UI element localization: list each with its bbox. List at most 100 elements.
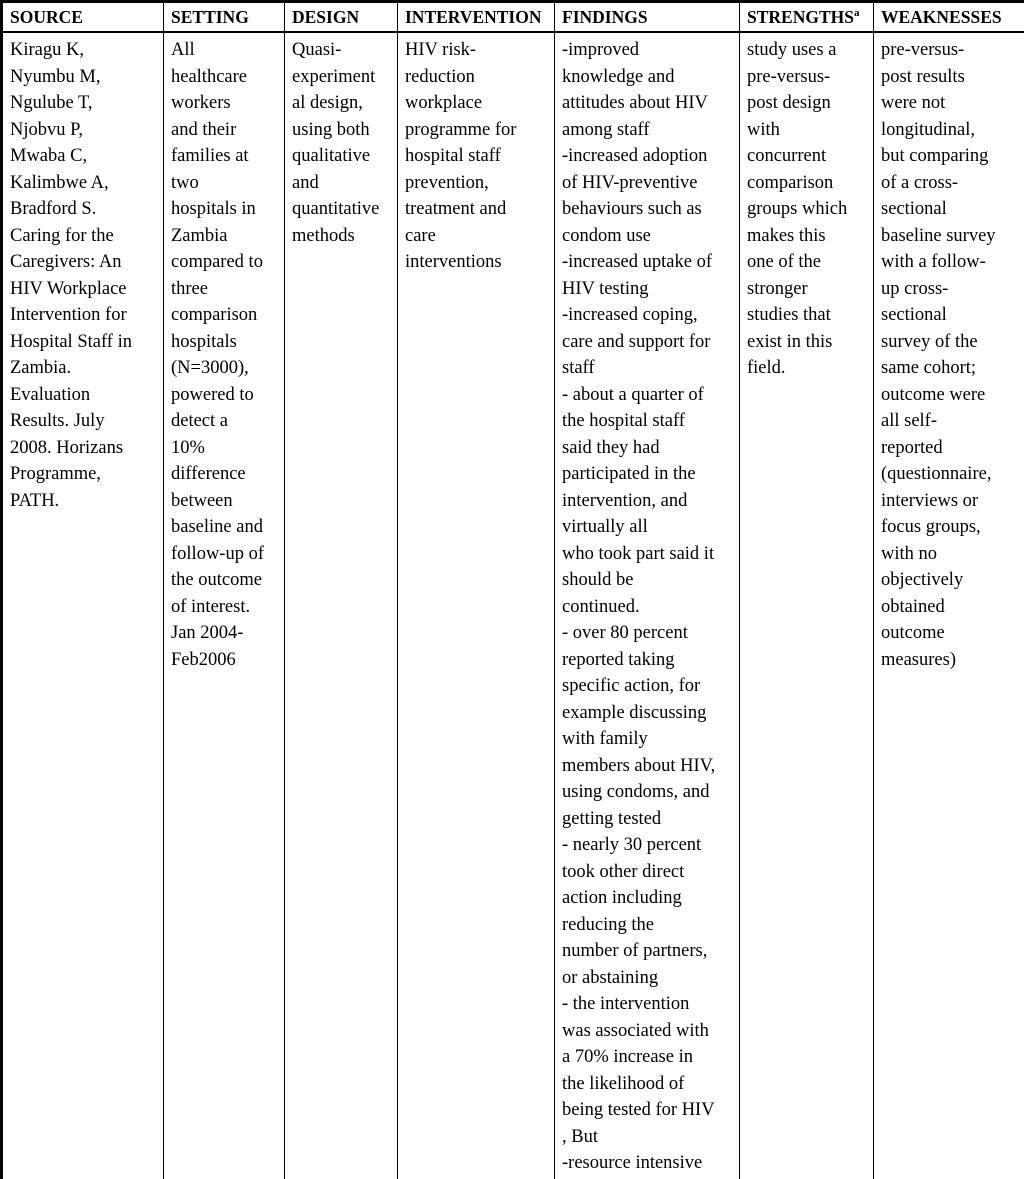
- text-line: behaviours such as: [562, 196, 734, 223]
- text-line: studies that: [747, 302, 868, 329]
- text-line: being tested for HIV: [562, 1097, 734, 1124]
- column-header-source-label: SOURCE: [10, 7, 83, 27]
- text-line: 2008. Horizans: [10, 435, 158, 462]
- text-line: Hospital Staff in: [10, 329, 158, 356]
- cell-weaknesses: pre-versus-post resultswere notlongitudi…: [874, 32, 1024, 1179]
- text-line: study uses a: [747, 37, 868, 64]
- text-line: Caring for the: [10, 223, 158, 250]
- text-line: intervention, and: [562, 488, 734, 515]
- text-line: took other direct: [562, 859, 734, 886]
- text-line: methods: [292, 223, 392, 250]
- text-line: baseline survey: [881, 223, 1019, 250]
- text-line: sectional: [881, 196, 1019, 223]
- text-line: of HIV-preventive: [562, 170, 734, 197]
- cell-findings-text: -improvedknowledge andattitudes about HI…: [562, 37, 734, 1177]
- text-line: of a cross-: [881, 170, 1019, 197]
- table-row: Kiragu K,Nyumbu M,Ngulube T,Njobvu P,Mwa…: [2, 32, 1024, 1179]
- footnote-marker: a: [854, 7, 860, 19]
- text-line: hospital staff: [405, 143, 549, 170]
- text-line: care and support for: [562, 329, 734, 356]
- cell-intervention-text: HIV risk-reductionworkplaceprogramme for…: [405, 37, 549, 276]
- text-line: Zambia.: [10, 355, 158, 382]
- table-header: SOURCE SETTING DESIGN INTERVENTION FINDI…: [2, 2, 1024, 33]
- text-line: the likelihood of: [562, 1071, 734, 1098]
- text-line: Kiragu K,: [10, 37, 158, 64]
- text-line: exist in this: [747, 329, 868, 356]
- column-header-design-label: DESIGN: [292, 7, 359, 27]
- cell-setting: Allhealthcareworkersand theirfamilies at…: [164, 32, 285, 1179]
- text-line: comparison: [171, 302, 279, 329]
- column-header-setting-label: SETTING: [171, 7, 249, 27]
- text-line: attitudes about HIV: [562, 90, 734, 117]
- text-line: HIV Workplace: [10, 276, 158, 303]
- text-line: Feb2006: [171, 647, 279, 674]
- text-line: reduction: [405, 64, 549, 91]
- text-line: three: [171, 276, 279, 303]
- text-line: virtually all: [562, 514, 734, 541]
- text-line: programme for: [405, 117, 549, 144]
- text-line: survey of the: [881, 329, 1019, 356]
- text-line: Mwaba C,: [10, 143, 158, 170]
- text-line: obtained: [881, 594, 1019, 621]
- text-line: - the intervention: [562, 991, 734, 1018]
- text-line: makes this: [747, 223, 868, 250]
- text-line: using condoms, and: [562, 779, 734, 806]
- cell-intervention: HIV risk-reductionworkplaceprogramme for…: [398, 32, 555, 1179]
- text-line: post results: [881, 64, 1019, 91]
- text-line: workers: [171, 90, 279, 117]
- text-line: knowledge and: [562, 64, 734, 91]
- text-line: Zambia: [171, 223, 279, 250]
- text-line: difference: [171, 461, 279, 488]
- text-line: Nyumbu M,: [10, 64, 158, 91]
- column-header-strengths: STRENGTHSa: [740, 2, 874, 33]
- text-line: families at: [171, 143, 279, 170]
- column-header-intervention: INTERVENTION: [398, 2, 555, 33]
- text-line: example discussing: [562, 700, 734, 727]
- cell-weaknesses-text: pre-versus-post resultswere notlongitudi…: [881, 37, 1019, 673]
- text-line: Evaluation: [10, 382, 158, 409]
- text-line: Quasi-: [292, 37, 392, 64]
- cell-findings: -improvedknowledge andattitudes about HI…: [555, 32, 740, 1179]
- text-line: the hospital staff: [562, 408, 734, 435]
- text-line: healthcare: [171, 64, 279, 91]
- cell-source: Kiragu K,Nyumbu M,Ngulube T,Njobvu P,Mwa…: [2, 32, 164, 1179]
- text-line: -improved: [562, 37, 734, 64]
- column-header-findings-label: FINDINGS: [562, 7, 648, 27]
- text-line: staff: [562, 355, 734, 382]
- text-line: all self-: [881, 408, 1019, 435]
- text-line: or abstaining: [562, 965, 734, 992]
- text-line: detect a: [171, 408, 279, 435]
- column-header-findings: FINDINGS: [555, 2, 740, 33]
- text-line: Caregivers: An: [10, 249, 158, 276]
- text-line: Jan 2004-: [171, 620, 279, 647]
- text-line: among staff: [562, 117, 734, 144]
- text-line: using both: [292, 117, 392, 144]
- cell-strengths: study uses apre-versus-post designwithco…: [740, 32, 874, 1179]
- text-line: qualitative: [292, 143, 392, 170]
- text-line: treatment and: [405, 196, 549, 223]
- table-body: Kiragu K,Nyumbu M,Ngulube T,Njobvu P,Mwa…: [2, 32, 1024, 1179]
- text-line: focus groups,: [881, 514, 1019, 541]
- text-line: with: [747, 117, 868, 144]
- text-line: 10%: [171, 435, 279, 462]
- text-line: was associated with: [562, 1018, 734, 1045]
- text-line: measures): [881, 647, 1019, 674]
- text-line: Results. July: [10, 408, 158, 435]
- text-line: number of partners,: [562, 938, 734, 965]
- text-line: action including: [562, 885, 734, 912]
- text-line: interventions: [405, 249, 549, 276]
- cell-source-text: Kiragu K,Nyumbu M,Ngulube T,Njobvu P,Mwa…: [10, 37, 158, 514]
- text-line: sectional: [881, 302, 1019, 329]
- text-line: baseline and: [171, 514, 279, 541]
- text-line: a 70% increase in: [562, 1044, 734, 1071]
- text-line: reported: [881, 435, 1019, 462]
- text-line: Intervention for: [10, 302, 158, 329]
- text-line: specific action, for: [562, 673, 734, 700]
- text-line: PATH.: [10, 488, 158, 515]
- text-line: said they had: [562, 435, 734, 462]
- text-line: same cohort;: [881, 355, 1019, 382]
- text-line: powered to: [171, 382, 279, 409]
- text-line: -increased coping,: [562, 302, 734, 329]
- text-line: members about HIV,: [562, 753, 734, 780]
- text-line: who took part said it: [562, 541, 734, 568]
